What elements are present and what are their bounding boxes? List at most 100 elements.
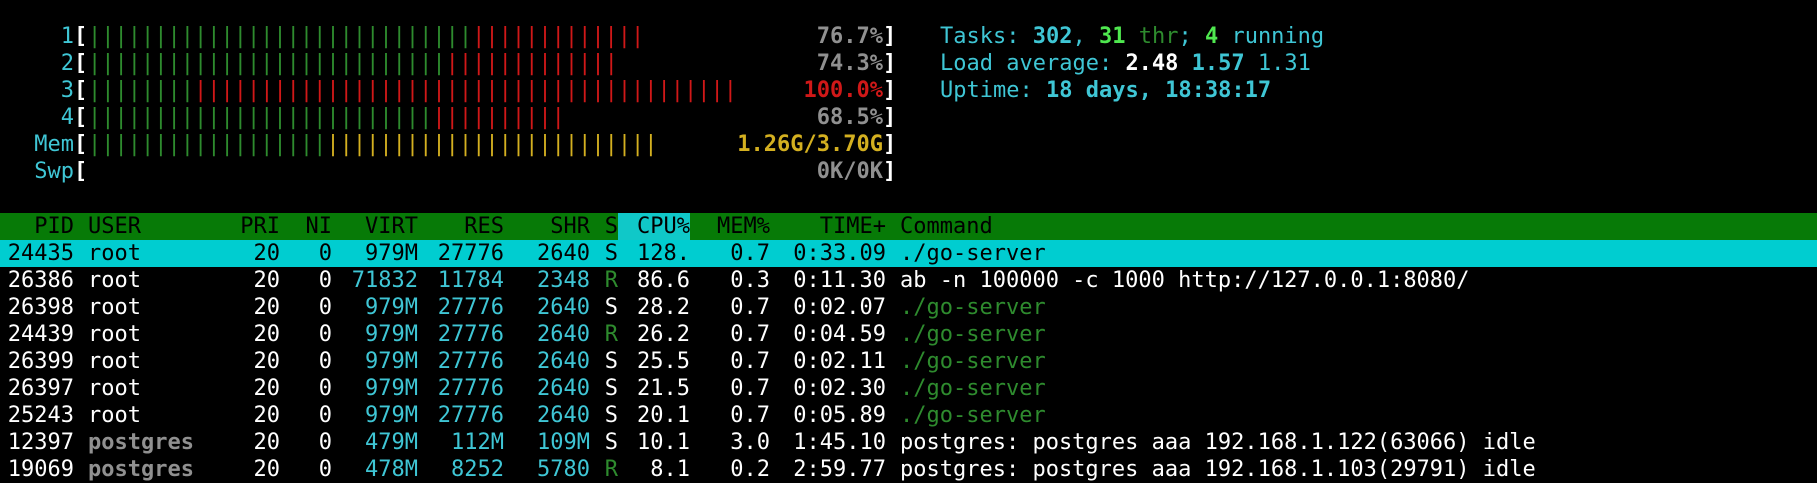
pid-cell: 26397 [7,376,74,401]
col-cpu[interactable]: CPU% [618,213,690,240]
state-cell: R [604,322,618,347]
meter-bar: 0K/0K [88,158,883,185]
col-ni[interactable]: NI [280,213,333,240]
user-cell: root [88,241,141,266]
col-shr[interactable]: SHR [504,213,590,240]
cpu-cell: 10.1 [637,430,690,455]
time-cell: 2:59.77 [793,457,886,482]
col-user[interactable]: USER [74,213,220,240]
meter-row: 4[|||||||||||||||||||||||||||||||||||| 68… [0,104,900,131]
meter-segment-green: ||||||||||||||||||||||||||||| [88,24,473,49]
command-cell: ./go-server [900,295,1046,320]
col-mem[interactable]: MEM% [690,213,770,240]
time-cell: 1:45.10 [793,430,886,455]
user-cell: root [88,403,141,428]
meter-row: 3[||||||||||||||||||||||||||||||||||||||… [0,77,900,104]
table-row[interactable]: 24439 root 20 0 979M 27776 2640 R 26.2 0.7 0:04.59… [0,321,1817,348]
tasks-line: Tasks: 302, 31 thr; 4 running [940,24,1325,49]
col-pri[interactable]: PRI [220,213,280,240]
table-row[interactable]: 24435 root 20 0 979M 27776 2640 S 128. 0.7 0:33.09… [0,240,1817,267]
col-virt[interactable]: VIRT [332,213,418,240]
virt-cell: 979M [365,241,418,266]
meter-bar: |||||||||||||||||||||||||||||||||||| 68.5… [88,104,883,131]
col-pid[interactable]: PID [0,213,74,240]
load-5min: 1.57 [1191,51,1245,76]
meter-row: 1[||||||||||||||||||||||||||||||||||||||… [0,23,900,50]
res-cell: 27776 [437,403,504,428]
pri-cell: 20 [253,241,281,266]
res-cell: 8252 [451,457,504,482]
mem-cell: 3.0 [730,430,770,455]
meter-segment-green: ||||||||||||||||||||||||||| [88,51,446,76]
meter-value: 0K/0K [816,159,883,184]
meter-row: Swp[0K/0K] [0,158,900,185]
ni-cell: 0 [318,268,332,293]
table-row[interactable]: 25243 root 20 0 979M 27776 2640 S 20.1 0.7 0:05.89… [0,402,1817,429]
cpu-cell: 21.5 [637,376,690,401]
table-row[interactable]: 12397 postgres 20 0 479M 112M 109M S 10.1 3.0 1:45… [0,429,1817,456]
table-row[interactable]: 19069 postgres 20 0 478M 8252 5780 R 8.1 0.2 2:59.… [0,456,1817,483]
meter-bracket-close: ] [883,159,897,184]
command-cell: ./go-server [900,241,1046,266]
meter-label: 4 [60,105,74,130]
pid-cell: 26399 [7,349,74,374]
meter-bracket-open: [ [74,105,88,130]
state-cell: S [604,241,618,266]
pri-cell: 20 [253,349,281,374]
meter-value: 74.3% [816,51,883,76]
state-cell: S [604,430,618,455]
pid-cell: 12397 [7,430,74,455]
table-header: PID USER PRI NI VIRT RES SHR S CPU% MEM% TIME+ Comm… [0,213,1817,240]
table-row[interactable]: 26399 root 20 0 979M 27776 2640 S 25.5 0.7 0:02.11… [0,348,1817,375]
meter-row: Mem[||||||||||||||||||||||||||||||||||||… [0,131,900,158]
col-res[interactable]: RES [418,213,504,240]
meter-segment-red: ||||||||||||| [445,51,618,76]
meter-segment-green: |||||||||||||||||||||||||| [88,105,433,130]
mem-cell: 0.3 [730,268,770,293]
pid-cell: 26398 [7,295,74,320]
system-info: Tasks: 302, 31 thr; 4 running Load avera… [940,23,1324,104]
meter-bracket-open: [ [74,78,88,103]
pri-cell: 20 [253,457,281,482]
res-cell: 27776 [437,376,504,401]
mem-cell: 0.7 [730,295,770,320]
meter-value: 1.26G/3.70G [737,132,883,157]
table-row[interactable]: 26398 root 20 0 979M 27776 2640 S 28.2 0.7 0:02.07… [0,294,1817,321]
cpu-cell: 26.2 [637,322,690,347]
command-cell: postgres: postgres aaa 192.168.1.103(297… [900,457,1536,482]
meter-label: Mem [34,132,74,157]
mem-cell: 0.7 [730,322,770,347]
meter-bracket-open: [ [74,159,88,184]
shr-cell: 5780 [537,457,590,482]
meter-value: 68.5% [816,105,883,130]
process-rows: 24435 root 20 0 979M 27776 2640 S 128. 0.7 0:33.09… [0,240,1817,483]
time-cell: 0:02.11 [793,349,886,374]
time-cell: 0:02.07 [793,295,886,320]
mem-cell: 0.2 [730,457,770,482]
virt-cell: 71832 [351,268,418,293]
virt-cell: 979M [365,376,418,401]
meter-bracket-close: ] [883,24,897,49]
shr-cell: 2348 [537,268,590,293]
res-cell: 27776 [437,349,504,374]
virt-cell: 479M [365,430,418,455]
time-cell: 0:33.09 [793,241,886,266]
table-row[interactable]: 26386 root 20 0 71832 11784 2348 R 86.6 0.3 0:11.3… [0,267,1817,294]
meter-bracket-close: ] [883,132,897,157]
col-state[interactable]: S [590,213,618,240]
time-cell: 0:04.59 [793,322,886,347]
res-cell: 27776 [437,241,504,266]
col-time[interactable]: TIME+ [770,213,886,240]
pri-cell: 20 [253,403,281,428]
meter-segment-red: ||||||||||||||||||||||||||||||||||||||||… [193,78,738,103]
meter-bar: ||||||||||||||||||||||||||||||||||||||||… [88,131,883,158]
state-cell: S [604,295,618,320]
mem-cell: 0.7 [730,349,770,374]
state-cell: R [604,457,618,482]
user-cell: root [88,376,141,401]
pid-cell: 24435 [7,241,74,266]
col-command[interactable]: Command [886,213,993,240]
user-cell: postgres [88,430,194,455]
table-row[interactable]: 26397 root 20 0 979M 27776 2640 S 21.5 0.7 0:02.30… [0,375,1817,402]
meter-value: 100.0% [803,78,883,103]
